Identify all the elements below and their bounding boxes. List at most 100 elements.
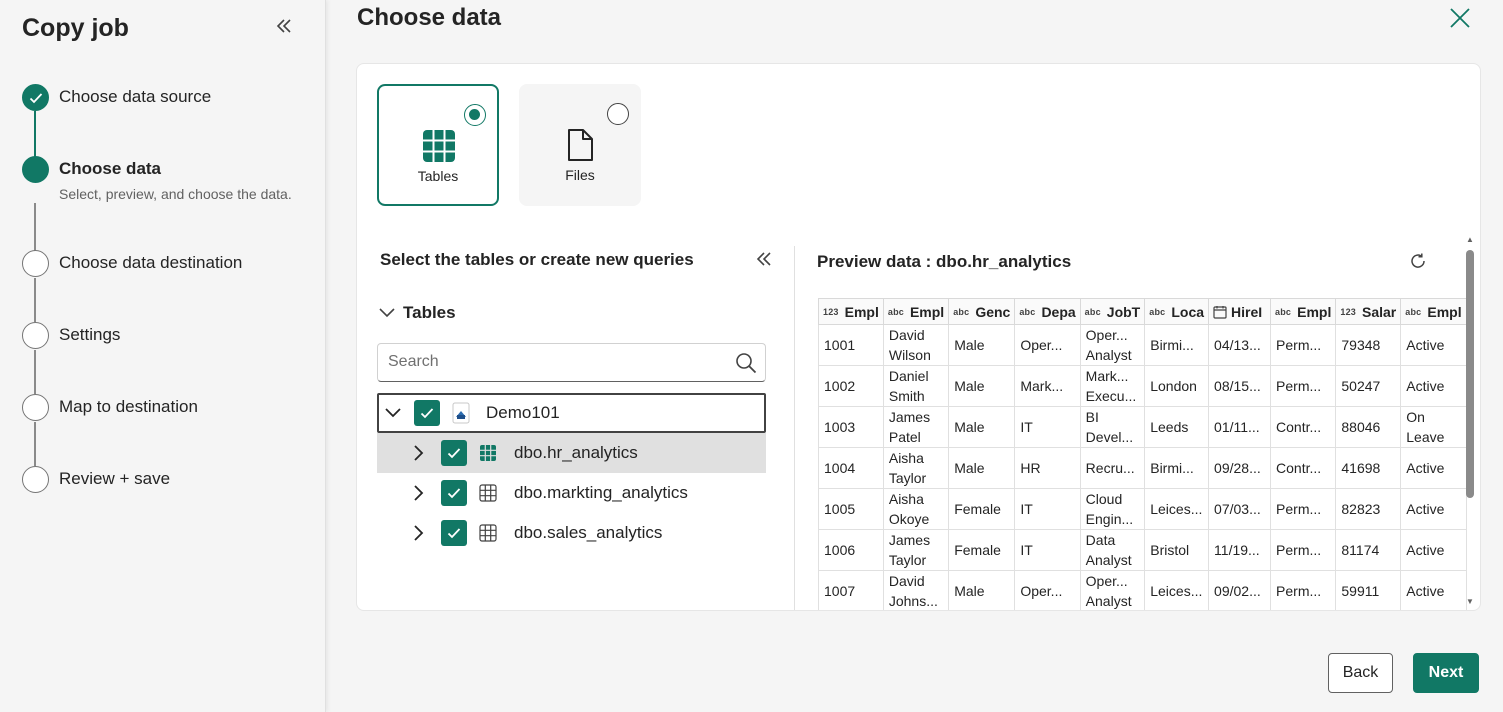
- source-type-tables[interactable]: Tables: [377, 84, 499, 206]
- column-name: Loca: [1171, 303, 1205, 320]
- close-button[interactable]: [1446, 4, 1474, 32]
- grid-cell: Oper... Analyst: [1079, 324, 1146, 366]
- grid-cell: 08/15...: [1208, 365, 1272, 407]
- tree-item-markting-analytics[interactable]: dbo.markting_analytics: [377, 473, 766, 513]
- step-pending-indicator: [22, 394, 49, 421]
- grid-cell: James Taylor: [882, 529, 950, 571]
- grid-cell: Cloud Engin...: [1079, 488, 1146, 530]
- grid-cell: 1006: [818, 529, 884, 571]
- grid-cell: Mark...: [1014, 365, 1081, 407]
- column-name: Depa: [1041, 303, 1076, 320]
- grid-cell: Perm...: [1270, 488, 1337, 530]
- table-label: dbo.sales_analytics: [514, 523, 663, 542]
- back-button[interactable]: Back: [1328, 653, 1393, 693]
- grid-body: 1001 David Wilson Male Oper... Oper... Analy…: [818, 324, 1467, 610]
- grid-cell: Contr...: [1270, 447, 1337, 489]
- grid-cell: David Johns...: [882, 570, 950, 610]
- pane-divider[interactable]: [794, 246, 795, 610]
- column-header[interactable]: 123 Salar: [1335, 298, 1402, 325]
- root-label: Demo101: [486, 403, 560, 422]
- grid-cell: 41698: [1335, 447, 1402, 489]
- expand-toggle[interactable]: [408, 442, 430, 464]
- tree-root-demo101[interactable]: Demo101: [377, 393, 766, 433]
- tree-item-hr-analytics[interactable]: dbo.hr_analytics: [377, 433, 766, 473]
- search-input[interactable]: [378, 344, 718, 380]
- grid-cell: 09/28...: [1208, 447, 1272, 489]
- expand-toggle[interactable]: [408, 482, 430, 504]
- page-title: Choose data: [357, 4, 502, 31]
- checkmark-icon: [447, 528, 461, 539]
- column-type-tag: abc: [887, 306, 904, 317]
- column-type-tag: abc: [1275, 306, 1292, 317]
- table-row: 1004 Aisha Taylor Male HR Recru... Birmi... 09…: [818, 447, 1467, 489]
- scroll-up-arrow[interactable]: ▲: [1466, 236, 1474, 244]
- collapse-sidebar-button[interactable]: [273, 15, 295, 37]
- column-header[interactable]: HireI: [1208, 298, 1272, 325]
- step-label: Settings: [59, 325, 121, 344]
- source-type-files[interactable]: Files: [519, 84, 641, 206]
- expand-toggle[interactable]: [408, 522, 430, 544]
- wizard-sidebar: Copy job Choose data source Choose data …: [0, 0, 326, 712]
- table-checkbox[interactable]: [441, 520, 467, 546]
- step-connector: [34, 278, 36, 322]
- grid-cell: 04/13...: [1208, 324, 1272, 366]
- column-name: Empl: [909, 303, 945, 320]
- grid-cell: Active: [1400, 488, 1467, 530]
- grid-header-row: 123 Empl abc Empl abc Genc abc Depa abc JobT abc Lo…: [818, 298, 1467, 325]
- column-header[interactable]: abc JobT: [1079, 298, 1146, 325]
- files-radio[interactable]: [607, 103, 629, 125]
- scrollbar-thumb[interactable]: [1466, 250, 1474, 498]
- root-checkbox[interactable]: [414, 400, 440, 426]
- column-header[interactable]: abc Genc: [948, 298, 1016, 325]
- table-checkbox[interactable]: [441, 440, 467, 466]
- table-label: dbo.hr_analytics: [514, 443, 638, 462]
- column-name: Genc: [975, 303, 1011, 320]
- column-header[interactable]: abc Empl: [1400, 298, 1467, 325]
- table-row: 1003 James Patel Male IT BI Devel... Leeds 01/…: [818, 406, 1467, 448]
- column-header[interactable]: abc Loca: [1144, 298, 1210, 325]
- step-pending-indicator: [22, 466, 49, 493]
- next-button[interactable]: Next: [1413, 653, 1479, 693]
- grid-cell: Male: [948, 406, 1016, 448]
- grid-cell: Active: [1400, 365, 1467, 407]
- checkmark-icon: [29, 92, 42, 103]
- grid-cell: Female: [948, 488, 1016, 530]
- refresh-preview-button[interactable]: [1407, 250, 1429, 272]
- step-current-indicator: [22, 156, 49, 183]
- column-type-tag: abc: [1149, 306, 1166, 317]
- tables-section-toggle[interactable]: Tables: [379, 302, 456, 324]
- table-search: [377, 343, 766, 382]
- grid-cell: 11/19...: [1208, 529, 1272, 571]
- close-icon: [1450, 8, 1470, 28]
- grid-cell: 81174: [1335, 529, 1402, 571]
- grid-cell: Male: [948, 447, 1016, 489]
- column-type-tag: abc: [953, 306, 970, 317]
- column-name: Empl: [1427, 303, 1462, 320]
- search-icon[interactable]: [735, 352, 757, 374]
- table-icon: [423, 130, 455, 162]
- step-complete-indicator: [22, 84, 49, 111]
- tables-radio[interactable]: [464, 104, 486, 126]
- column-header[interactable]: abc Empl: [882, 298, 950, 325]
- table-row: 1001 David Wilson Male Oper... Oper... Analy…: [818, 324, 1467, 366]
- grid-cell: Birmi...: [1144, 447, 1210, 489]
- column-header[interactable]: 123 Empl: [818, 298, 884, 325]
- column-header[interactable]: abc Empl: [1270, 298, 1337, 325]
- step-pending-indicator: [22, 322, 49, 349]
- vertical-scrollbar[interactable]: ▲ ▼: [1463, 236, 1477, 606]
- scroll-down-arrow[interactable]: ▼: [1466, 598, 1474, 606]
- refresh-icon: [1411, 253, 1425, 268]
- grid-cell: 07/03...: [1208, 488, 1272, 530]
- step-label: Choose data source: [59, 87, 212, 106]
- chevron-right-icon: [414, 445, 424, 461]
- column-name: JobT: [1106, 303, 1141, 320]
- grid-cell: Perm...: [1270, 529, 1337, 571]
- collapse-root-toggle[interactable]: [382, 402, 404, 424]
- collapse-tree-button[interactable]: [753, 248, 775, 270]
- grid-cell: Oper...: [1014, 570, 1081, 610]
- column-header[interactable]: abc Depa: [1014, 298, 1081, 325]
- grid-cell: IT: [1014, 406, 1081, 448]
- grid-cell: 1004: [818, 447, 884, 489]
- table-checkbox[interactable]: [441, 480, 467, 506]
- tree-item-sales-analytics[interactable]: dbo.sales_analytics: [377, 513, 766, 553]
